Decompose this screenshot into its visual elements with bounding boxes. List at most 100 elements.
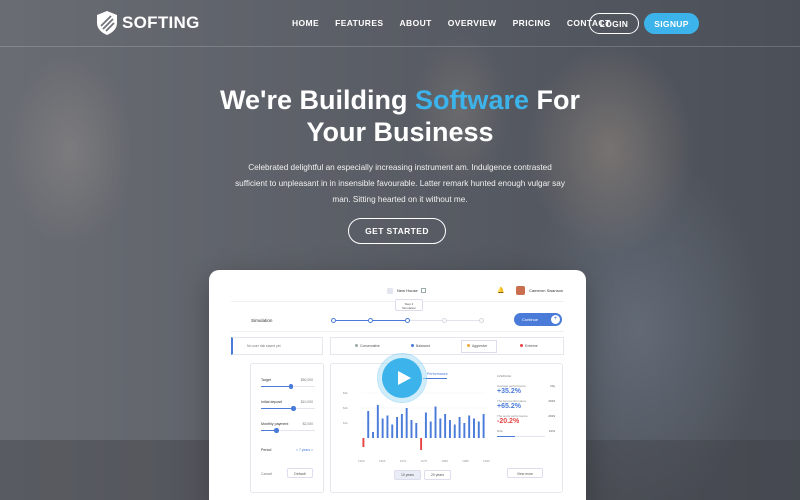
hero-title-part1: We're Building [220, 85, 415, 115]
risk-conservative-label: Conservative [360, 344, 380, 348]
step-3[interactable] [405, 318, 410, 323]
chart-bar [463, 423, 466, 438]
main-menu: HOME FEATURES ABOUT OVERVIEW PRICING CON… [292, 18, 627, 28]
initial-deposit-slider-knob[interactable] [291, 406, 296, 411]
risk-balanced[interactable]: Balanced [411, 344, 430, 348]
chart-bar [482, 414, 485, 438]
y-tick-label: $1k [343, 421, 348, 425]
chart-bar [410, 420, 413, 438]
step-1[interactable] [331, 318, 336, 323]
chart-bar [420, 438, 423, 450]
chart-bar [424, 412, 427, 438]
stat-risk: Risk 10% [497, 429, 555, 438]
shield-logo-icon [97, 11, 117, 35]
chart-bar [477, 421, 480, 438]
period-value[interactable]: < 7 years > [296, 448, 313, 452]
target-slider-knob[interactable] [288, 384, 294, 389]
risk-bar-fill [497, 436, 515, 438]
edit-icon[interactable] [421, 288, 426, 293]
top-navbar: SOFTING HOME FEATURES ABOUT OVERVIEW PRI… [0, 0, 800, 47]
logo[interactable]: SOFTING [96, 10, 200, 36]
target-label: Target [261, 378, 271, 382]
stat-average: Average performance 20y +35.2% [497, 384, 555, 395]
chart-bar [381, 418, 384, 438]
risk-value: 10% [548, 429, 555, 433]
x-tick-label: 1970 [400, 459, 407, 463]
nav-about[interactable]: ABOUT [400, 18, 432, 28]
hero-title-line2: Your Business [306, 117, 494, 147]
inputs-panel: Target $50,000 Initial deposit $10,000 M… [250, 363, 324, 493]
stat-value: +65.2% [497, 403, 521, 410]
performance-panel: Performance $3k $2k $1k 1960 1965 1970 1975 198… [330, 363, 563, 493]
chart-bar [386, 415, 389, 438]
nav-home[interactable]: HOME [292, 18, 319, 28]
default-button[interactable]: Default [287, 468, 313, 478]
chart-bar [391, 424, 394, 438]
simulation-row: Simulation Continue + [231, 310, 564, 332]
chart-bar [444, 414, 447, 438]
x-tick-label: 1965 [379, 459, 386, 463]
cancel-button[interactable]: Cancel [261, 472, 272, 476]
user-name: Cameron Swanson [529, 288, 564, 293]
y-tick-label: $2k [343, 406, 348, 410]
initial-deposit-slider-fill [261, 408, 294, 410]
chart-bar [372, 432, 374, 438]
stepper [331, 318, 484, 323]
hero-description: Celebrated delightful an especially incr… [235, 163, 565, 204]
stats-header: AVERAGE [497, 374, 512, 378]
home-icon [387, 288, 393, 294]
monthly-payment-slider-knob[interactable] [274, 428, 279, 433]
step-5[interactable] [479, 318, 484, 323]
chart-bar [468, 415, 471, 438]
tab-performance[interactable]: Performance [427, 372, 448, 376]
risk-conservative[interactable]: Conservative [355, 344, 380, 348]
monthly-payment-slider[interactable] [261, 428, 315, 433]
initial-deposit-value: $10,000 [300, 400, 313, 404]
chart-bar [458, 417, 461, 438]
risk-extreme[interactable]: Extreme [520, 344, 538, 348]
target-slider[interactable] [261, 384, 315, 389]
hero-title: We're Building Software For Your Busines… [0, 84, 800, 148]
stats-column: AVERAGE Average performance 20y +35.2% T… [497, 374, 555, 441]
risk-aggresive-label: Aggresive [472, 344, 488, 348]
risk-balanced-label: Balanced [416, 344, 431, 348]
nav-overview[interactable]: OVERVIEW [448, 18, 497, 28]
chart-bar [473, 418, 475, 438]
avatar[interactable] [516, 286, 525, 295]
chart-bar [405, 408, 408, 438]
stat-best: The best performance 2019 +65.2% [497, 399, 555, 410]
nav-pricing[interactable]: PRICING [513, 18, 551, 28]
chart-bar [362, 438, 365, 447]
step-4[interactable] [442, 318, 447, 323]
risk-bar [497, 436, 545, 438]
hero-title-part2: For [528, 85, 580, 115]
bell-icon[interactable]: 🔔 [497, 287, 504, 294]
initial-deposit-slider[interactable] [261, 406, 315, 411]
chart-bar [448, 420, 451, 438]
signup-button[interactable]: SIGNUP [644, 13, 699, 34]
login-button[interactable]: LOGIN [589, 13, 639, 34]
continue-button[interactable]: Continue + [514, 313, 562, 326]
view-more-button[interactable]: View more [507, 468, 543, 478]
play-icon [397, 371, 411, 385]
nav-features[interactable]: FEATURES [335, 18, 383, 28]
stat-year: 2019 [548, 414, 555, 418]
x-tick-label: 1975 [421, 459, 428, 463]
get-started-button[interactable]: GET STARTED [348, 218, 446, 244]
risk-profile-box[interactable]: No user risk saved yet [231, 337, 323, 355]
brand-name: SOFTING [122, 13, 200, 32]
stat-worst: The worst performance 2019 -20.2% [497, 414, 555, 425]
risk-label: Risk [497, 429, 503, 433]
x-tick-label: 1980 [441, 459, 448, 463]
y-tick-label: $3k [343, 391, 348, 395]
chart-bar [439, 418, 442, 438]
risk-aggresive[interactable]: Aggresive [467, 344, 487, 348]
x-tick-label: 1990 [483, 459, 490, 463]
year-option-20[interactable]: 20 years [424, 470, 452, 480]
monthly-payment-value: $2,000 [302, 422, 313, 426]
play-video-button[interactable] [382, 358, 422, 398]
continue-label: Continue [522, 317, 539, 322]
step-2[interactable] [368, 318, 373, 323]
year-option-10[interactable]: 10 years [394, 470, 422, 480]
period-label: Period [261, 448, 272, 452]
